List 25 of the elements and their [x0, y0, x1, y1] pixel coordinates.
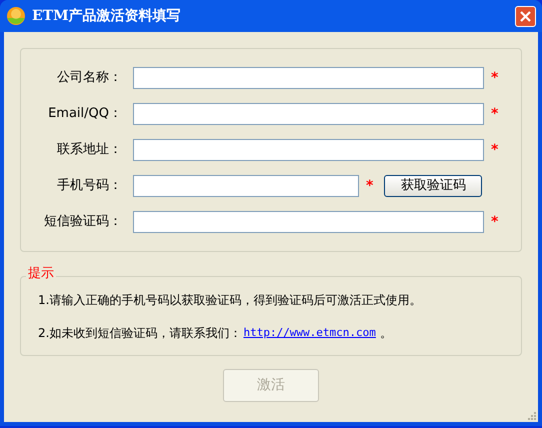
close-button[interactable]: [515, 6, 536, 26]
window-title: ETM产品激活资料填写: [32, 6, 181, 26]
app-logo-icon: [6, 6, 26, 26]
field-label: 联系地址：: [56, 141, 122, 160]
close-icon: [520, 10, 531, 22]
input-field[interactable]: [133, 103, 484, 125]
required-mark: *: [491, 140, 498, 160]
field-label: 短信验证码：: [43, 213, 122, 232]
input-field[interactable]: [133, 211, 484, 233]
hint-text: 2.如未收到短信验证码，请联系我们：: [38, 325, 242, 342]
field-label: Email/QQ：: [47, 105, 122, 124]
field-label: 手机号码：: [56, 177, 122, 196]
required-mark: *: [491, 68, 498, 88]
required-mark: *: [491, 212, 498, 232]
hint-text: 1.请输入正确的手机号码以获取验证码，得到验证码后可激活正式使用。: [38, 292, 422, 309]
required-mark: *: [366, 176, 374, 196]
get-code-button[interactable]: 获取验证码: [384, 175, 482, 197]
input-field[interactable]: [133, 139, 484, 161]
input-field[interactable]: [133, 67, 484, 89]
resize-grip-icon: [527, 411, 537, 421]
field-label: 公司名称：: [56, 69, 122, 88]
required-mark: *: [491, 104, 498, 124]
website-link[interactable]: http://www.etmcn.com: [243, 324, 376, 342]
period-text: 。: [380, 325, 392, 342]
input-field[interactable]: [133, 175, 359, 197]
